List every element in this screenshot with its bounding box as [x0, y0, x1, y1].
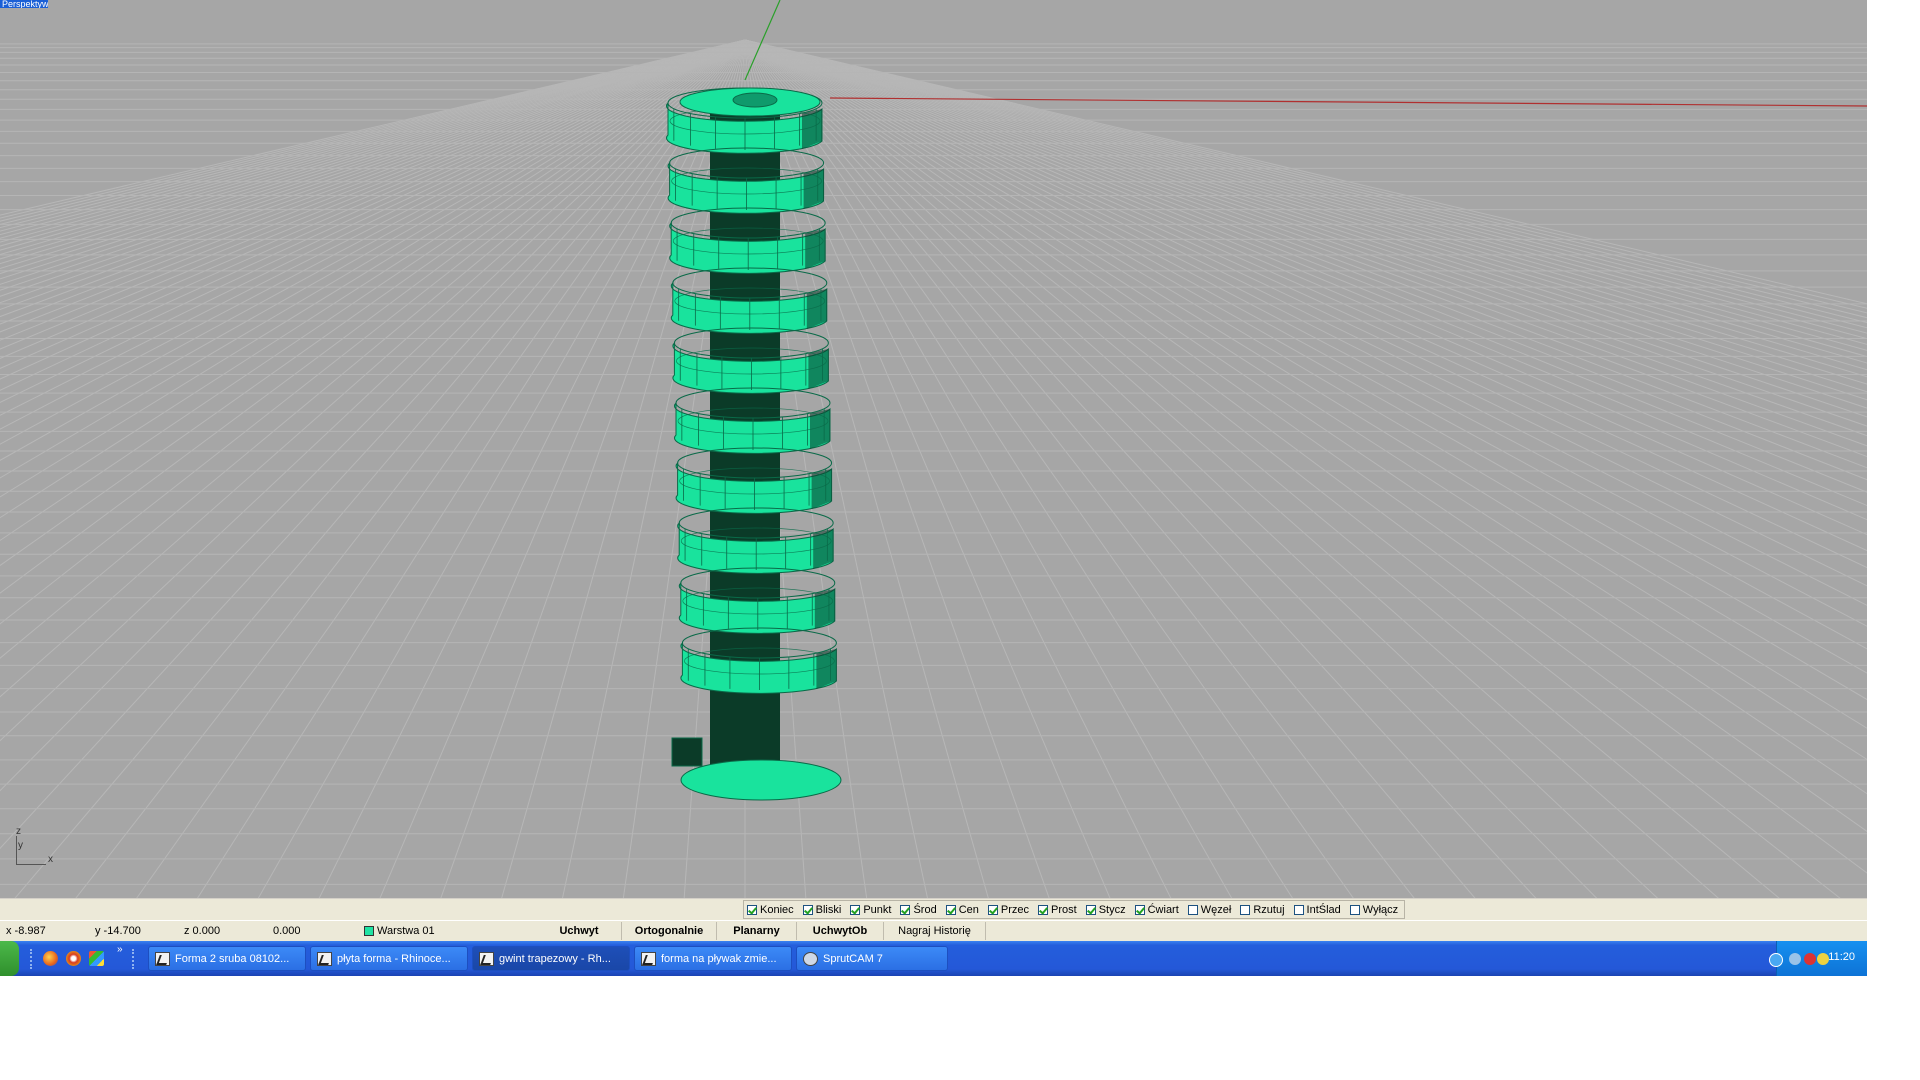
- taskbar-button-label: SprutCAM 7: [823, 953, 883, 965]
- layer-indicator[interactable]: Warstwa 01: [364, 925, 435, 937]
- osnap-label: Wyłącz: [1362, 903, 1399, 916]
- toolbar-grip: [30, 949, 34, 969]
- osnap-2[interactable]: Punkt: [850, 904, 891, 916]
- osnap-label: Cen: [958, 903, 979, 916]
- viewport-canvas[interactable]: [0, 0, 1867, 898]
- osnap-label: Punkt: [863, 903, 892, 916]
- osnap-checkbox[interactable]: [987, 904, 998, 915]
- taskbar-button-label: Forma 2 sruba 08102...: [175, 953, 290, 965]
- osnap-toolbar: Koniec Bliski Punkt Środ Cen Przec Prost Stycz Ć…: [0, 898, 1867, 920]
- tray-arrow-icon[interactable]: [1769, 953, 1783, 967]
- taskbar-button-label: forma na pływak zmie...: [661, 953, 777, 965]
- info-icon[interactable]: [1817, 953, 1829, 965]
- osnap-checkbox[interactable]: [1240, 904, 1251, 915]
- toolbar-grip: [132, 949, 136, 969]
- osnap-6[interactable]: Prost: [1038, 904, 1077, 916]
- taskbar-button[interactable]: forma na pływak zmie...: [634, 946, 792, 971]
- osnap-label: Stycz: [1098, 903, 1126, 916]
- osnap-list: Koniec Bliski Punkt Środ Cen Przec Prost Stycz Ć…: [743, 900, 1406, 919]
- perspective-viewport[interactable]: Perspektywa z y x: [0, 0, 1867, 898]
- osnap-8[interactable]: Ćwiart: [1134, 903, 1179, 916]
- spring-bottom-cap: [680, 759, 842, 801]
- record-history-button[interactable]: Nagraj Historię: [884, 922, 986, 940]
- taskbar-button[interactable]: gwint trapezowy - Rh...: [472, 946, 630, 971]
- taskbar-button-label: płyta forma - Rhinoce...: [337, 953, 451, 965]
- axis-indicator: z y x: [12, 826, 62, 866]
- osnap-10[interactable]: Rzutuj: [1240, 903, 1285, 916]
- paint-icon[interactable]: [89, 951, 104, 966]
- osnap-9[interactable]: Węzeł: [1187, 903, 1232, 916]
- coord-z: z 0.000: [184, 925, 221, 937]
- osnap-label: Węzeł: [1200, 903, 1232, 916]
- osnap-label: Bliski: [815, 903, 842, 916]
- axis-y-label: y: [18, 840, 23, 851]
- osnap-label: Przec: [1000, 903, 1030, 916]
- rhino-icon: [155, 952, 170, 966]
- osnap-3[interactable]: Środ: [900, 903, 937, 916]
- osnap-checkbox[interactable]: [1187, 904, 1198, 915]
- osnap-4[interactable]: Cen: [945, 903, 979, 916]
- taskbar-button[interactable]: Forma 2 sruba 08102...: [148, 946, 306, 971]
- rhino-icon: [641, 952, 656, 966]
- osnap-label: IntŚlad: [1306, 903, 1341, 916]
- layer-name: Warstwa 01: [377, 925, 435, 937]
- windows-taskbar: » Forma 2 sruba 08102... płyta forma - Rh…: [0, 941, 1867, 976]
- status-bar: x -8.987 y -14.700 z 0.000 0.000 Warstwa…: [0, 920, 1867, 941]
- spring-top-hole: [732, 92, 778, 108]
- osnap-checkbox[interactable]: [945, 904, 956, 915]
- osnap-11[interactable]: IntŚlad: [1293, 903, 1341, 916]
- layer-color-swatch: [364, 926, 374, 936]
- viewport-title-tab[interactable]: Perspektywa: [0, 0, 48, 8]
- axis-x-label: x: [48, 854, 53, 865]
- rhino-icon: [479, 952, 494, 966]
- opera-icon[interactable]: [66, 951, 81, 966]
- distance-value: 0.000: [273, 925, 301, 937]
- start-button[interactable]: [0, 941, 19, 976]
- osnap-1[interactable]: Bliski: [802, 903, 842, 916]
- network-icon[interactable]: [1789, 953, 1801, 965]
- planar-button[interactable]: Planarny: [717, 922, 797, 940]
- rhino-icon: [317, 952, 332, 966]
- osnap-12[interactable]: Wyłącz: [1349, 903, 1399, 916]
- security-icon[interactable]: [1804, 953, 1816, 965]
- osnap-label: Prost: [1051, 903, 1077, 916]
- osnap-button[interactable]: UchwytOb: [797, 922, 884, 940]
- osnap-0[interactable]: Koniec: [747, 904, 794, 916]
- firefox-icon[interactable]: [43, 951, 58, 966]
- ortho-button[interactable]: Ortogonalnie: [622, 922, 717, 940]
- osnap-checkbox[interactable]: [1085, 904, 1096, 915]
- taskbar-button[interactable]: SprutCAM 7: [796, 946, 948, 971]
- osnap-checkbox[interactable]: [747, 904, 757, 915]
- taskbar-button-label: gwint trapezowy - Rh...: [499, 953, 611, 965]
- osnap-checkbox[interactable]: [1134, 904, 1145, 915]
- sprutcam-icon: [803, 952, 818, 966]
- osnap-checkbox[interactable]: [1349, 904, 1360, 915]
- spring-slot: [671, 737, 703, 767]
- osnap-label: Rzutuj: [1253, 903, 1285, 916]
- coord-y: y -14.700: [95, 925, 141, 937]
- coord-x: x -8.987: [6, 925, 46, 937]
- osnap-label: Ćwiart: [1147, 903, 1179, 916]
- osnap-label: Środ: [913, 903, 937, 916]
- grid-snap-button[interactable]: Uchwyt: [537, 922, 622, 940]
- osnap-7[interactable]: Stycz: [1085, 903, 1126, 916]
- osnap-checkbox[interactable]: [850, 904, 861, 915]
- quicklaunch-more-icon[interactable]: »: [117, 944, 123, 955]
- osnap-checkbox[interactable]: [900, 904, 911, 915]
- osnap-label: Koniec: [760, 903, 794, 916]
- system-tray: 11:20: [1769, 941, 1867, 976]
- osnap-checkbox[interactable]: [802, 904, 813, 915]
- osnap-checkbox[interactable]: [1293, 904, 1304, 915]
- osnap-5[interactable]: Przec: [987, 903, 1030, 916]
- osnap-checkbox[interactable]: [1038, 904, 1049, 915]
- taskbar-button[interactable]: płyta forma - Rhinoce...: [310, 946, 468, 971]
- clock[interactable]: 11:20: [1828, 951, 1855, 963]
